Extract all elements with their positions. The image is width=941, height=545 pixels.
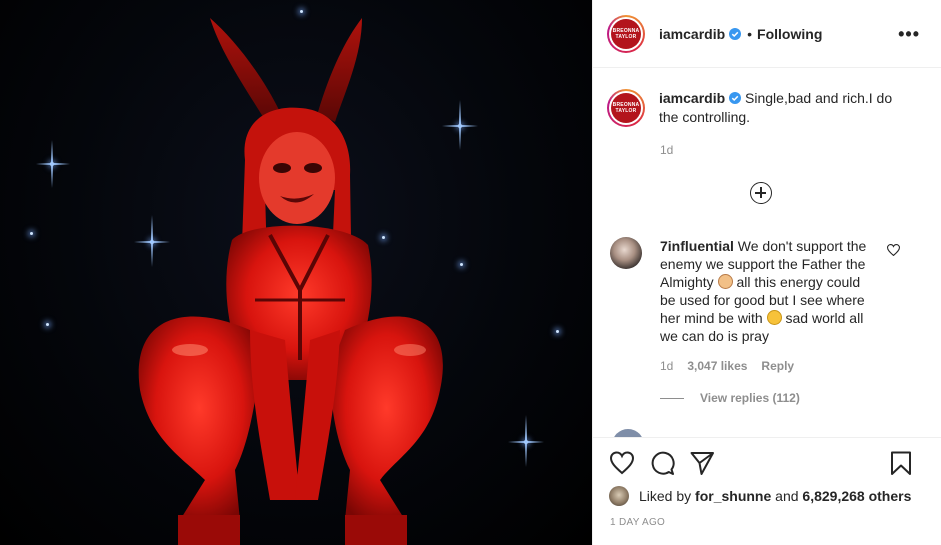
view-replies-button[interactable]: View replies (112) (660, 391, 800, 405)
comments-section[interactable]: BREONNA TAYLOR iamcardib Single,bad and … (593, 69, 941, 437)
more-horizontal-icon[interactable]: ••• (898, 24, 920, 45)
comment-like-count[interactable]: 3,047 likes (687, 359, 747, 373)
post-photo[interactable] (0, 0, 592, 545)
praying-hands-emoji-icon (717, 274, 733, 289)
post-header: BREONNA TAYLOR iamcardib • Following ••• (593, 0, 941, 68)
verified-badge-icon (729, 27, 742, 40)
separator: • (747, 25, 753, 42)
following-button[interactable]: Following (757, 26, 822, 42)
divider (660, 397, 684, 399)
post-caption: BREONNA TAYLOR iamcardib Single,bad and … (607, 89, 927, 127)
post-details-panel: BREONNA TAYLOR iamcardib • Following •••… (592, 0, 941, 545)
post-timestamp[interactable]: 1 DAY AGO (610, 517, 665, 528)
like-heart-icon[interactable] (609, 450, 635, 476)
comment-timestamp[interactable]: 1d (660, 359, 673, 373)
liked-by-summary: Liked by for_shunne and 6,829,268 others (609, 486, 911, 506)
next-commenter-avatar[interactable] (612, 429, 644, 437)
avatar[interactable]: BREONNA TAYLOR (607, 14, 645, 53)
devil-costume-figure (138, 18, 443, 545)
breonna-taylor-logo-icon: BREONNA TAYLOR (611, 18, 641, 49)
caption-username-link[interactable]: iamcardib (659, 90, 725, 106)
breonna-taylor-logo-icon: BREONNA TAYLOR (611, 93, 641, 123)
share-paper-plane-icon[interactable] (689, 450, 715, 476)
load-more-comments-icon[interactable] (750, 182, 772, 204)
commenter-avatar[interactable] (610, 237, 642, 269)
comment-item: 7influential We don't support the enemy … (610, 237, 930, 345)
comment-bubble-icon[interactable] (649, 450, 675, 476)
liker-username-link[interactable]: for_shunne (695, 488, 771, 504)
liked-by-prefix: Liked by (639, 488, 692, 504)
liker-avatar[interactable] (609, 486, 629, 506)
commenter-username-link[interactable]: 7influential (660, 238, 734, 254)
save-bookmark-icon[interactable] (888, 450, 914, 476)
avatar[interactable]: BREONNA TAYLOR (607, 89, 645, 127)
username-link[interactable]: iamcardib (659, 26, 725, 42)
liked-by-joiner: and (775, 488, 799, 504)
sad-face-emoji-icon (766, 310, 782, 325)
comment-like-heart-icon[interactable] (887, 244, 900, 256)
caption-timestamp[interactable]: 1d (660, 143, 673, 157)
view-replies-label: View replies (112) (700, 391, 800, 405)
comment-meta: 1d 3,047 likes Reply (660, 359, 794, 373)
reply-button[interactable]: Reply (761, 359, 794, 373)
post-actions: Liked by for_shunne and 6,829,268 others… (593, 437, 941, 545)
verified-badge-icon (729, 92, 742, 104)
likes-count-link[interactable]: 6,829,268 others (802, 488, 911, 504)
